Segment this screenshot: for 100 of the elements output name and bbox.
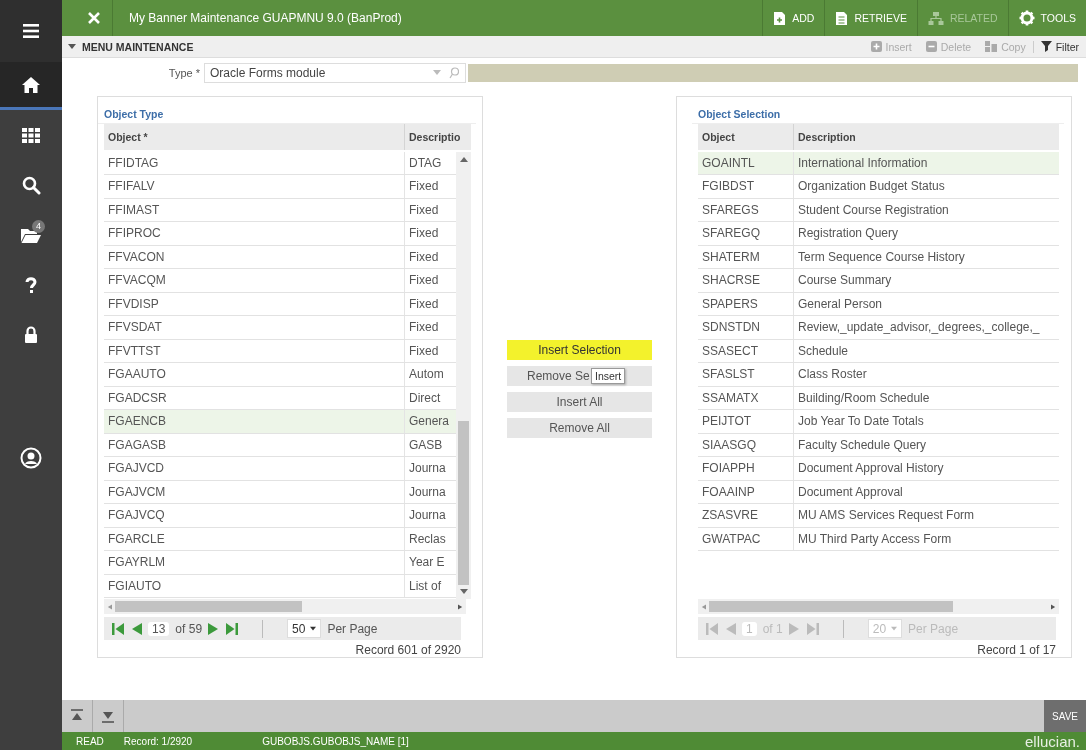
insert-button[interactable]: Insert Selection (507, 340, 652, 360)
table-row[interactable]: GWATPAC MU Third Party Access Form (698, 527, 1059, 552)
table-row[interactable]: ZSASVRE MU AMS Services Request Form (698, 504, 1059, 528)
dropdown-caret-icon (459, 589, 468, 596)
table-cell-text: FFIFALV (107, 178, 156, 196)
table-row[interactable]: FGAYRLM Year E (104, 551, 456, 575)
table-row[interactable]: SFAREGS Student Course Registration (698, 198, 1059, 223)
table-row[interactable]: FFVDISP Fixed (104, 292, 456, 317)
table-row[interactable]: FFIDTAG DTAG (104, 151, 456, 176)
table-row[interactable]: FFVACQM Fixed (104, 269, 456, 293)
table-cell-text: SSAMATX (701, 389, 760, 407)
brand-logo: ellucian. (1024, 732, 1080, 750)
table-cell-text: SFAREGQ (701, 225, 761, 243)
section-title: MENU MAINTENANCE (82, 40, 195, 53)
document-plus-icon (773, 10, 787, 26)
document-icon (835, 10, 849, 26)
dropdown-caret-icon (433, 70, 441, 76)
table-row[interactable]: SFAREGQ Registration Query (698, 222, 1059, 246)
filter-button[interactable]: Filter (1032, 40, 1086, 53)
table-cell-text: FGADCSR (107, 389, 168, 407)
lock-icon (23, 325, 39, 345)
collapse-caret-icon[interactable] (68, 43, 76, 50)
page-number-field[interactable]: 13 (148, 621, 170, 636)
type-dropdown[interactable]: Oracle Forms module (204, 63, 466, 83)
search-icon[interactable] (449, 67, 459, 79)
table-row[interactable]: SSASECT Schedule (698, 339, 1059, 364)
table-cell: Student Course Registration (793, 198, 1059, 222)
table-row[interactable]: SIAASGQ Faculty Schedule Query (698, 433, 1059, 458)
horizontal-scrollbar[interactable] (104, 599, 466, 615)
table-cell-text: FGIAUTO (107, 577, 163, 595)
field-label: Type * (167, 67, 201, 79)
column-header[interactable]: Object (698, 123, 793, 150)
table-row[interactable]: SHACRSE Course Summary (698, 269, 1059, 293)
table-row[interactable]: FGIBDST Organization Budget Status (698, 175, 1059, 199)
table-row[interactable]: FGAJVCM Journa (104, 480, 456, 505)
record-count: Record 1 of 17 (976, 643, 1056, 657)
table-row[interactable]: SHATERM Term Sequence Course History (698, 245, 1059, 270)
table-cell-text: FFVACQM (107, 272, 167, 290)
table-cell-text: SSASECT (701, 342, 759, 360)
table-row[interactable]: FFIMAST Fixed (104, 198, 456, 223)
table-row[interactable]: SPAPERS General Person (698, 292, 1059, 317)
table-row[interactable]: SFASLST Class Roster (698, 363, 1059, 387)
table-row[interactable]: FFVACON Fixed (104, 245, 456, 270)
table-cell-text: SFASLST (701, 366, 756, 384)
sidebar-item[interactable] (0, 62, 62, 110)
table-row[interactable]: FOIAPPH Document Approval History (698, 457, 1059, 481)
record-indicator: Record: 1/2920 (123, 735, 193, 747)
table-row[interactable]: FGAJVCQ Journa (104, 504, 456, 528)
first-page-icon[interactable] (112, 621, 124, 636)
close-icon (87, 11, 101, 25)
table-row[interactable]: FGAAUTO Autom (104, 363, 456, 387)
table-cell-text: FGAJVCD (107, 460, 165, 478)
table-cell-text: SHACRSE (701, 272, 761, 290)
table-row[interactable]: GOAINTL International Information (698, 151, 1059, 176)
column-header[interactable]: Descriptio (404, 123, 471, 150)
table-cell-text: FFIMAST (107, 201, 161, 219)
panel-title: Object Type (98, 108, 476, 124)
table-cell-text: FGAENCB (107, 413, 167, 431)
hierarchy-icon (927, 10, 944, 26)
last-page-icon[interactable] (226, 621, 239, 636)
table-row[interactable]: FGAJVCD Journa (104, 457, 456, 481)
table-row[interactable]: FGIAUTO List of (104, 574, 456, 599)
table-cell-text: FGARCLE (107, 530, 166, 548)
page-size-select[interactable]: 50 (287, 619, 322, 638)
table-cell: Term Sequence Course History (793, 245, 1059, 269)
table-cell-text: SPAPERS (701, 295, 759, 313)
tooltip: Insert (591, 368, 626, 384)
previous-page-icon[interactable] (130, 621, 142, 636)
table-row[interactable]: FFIFALV Fixed (104, 175, 456, 199)
table-cell: International Information (793, 151, 1059, 175)
sidebar-item[interactable] (0, 0, 62, 62)
table-cell-text: FFIDTAG (107, 154, 160, 172)
table-cell: Job Year To Date Totals (793, 410, 1059, 433)
table-cell-text: FGAJVCQ (107, 507, 166, 525)
table-row[interactable]: SSAMATX Building/Room Schedule (698, 386, 1059, 411)
table-row[interactable]: FGAENCB Genera (104, 410, 456, 434)
table-cell: Schedule (793, 339, 1059, 363)
dropdown-caret-icon (310, 625, 317, 632)
table-row[interactable]: FGARCLE Reclas (104, 527, 456, 552)
table-row[interactable]: FFVTTST Fixed (104, 339, 456, 364)
remove-button[interactable]: Remove All (507, 418, 652, 438)
sidebar-item[interactable]: 4 (0, 210, 62, 260)
horizontal-scrollbar[interactable] (698, 599, 1059, 615)
table-row[interactable]: FOAAINP Document Approval (698, 480, 1059, 505)
table-row[interactable]: PEIJTOT Job Year To Date Totals (698, 410, 1059, 434)
vertical-scrollbar[interactable] (456, 151, 471, 600)
count-badge: 4 (32, 220, 45, 233)
table-row[interactable]: SDNSTDN Review,_update_advisor,_degrees,_college,_ (698, 316, 1059, 340)
table-cell-text: FGAYRLM (107, 554, 167, 572)
insert-button[interactable]: Insert All (507, 392, 652, 412)
table-row[interactable]: FFVSDAT Fixed (104, 316, 456, 340)
table-cell-text: SIAASGQ (701, 436, 758, 454)
column-header[interactable]: Object * (104, 123, 404, 150)
table-cell: Course Summary (793, 269, 1059, 292)
save-button[interactable]: SAVE (1044, 700, 1086, 732)
table-row[interactable]: FGAGASB GASB (104, 433, 456, 458)
table-cell-text: GOAINTL (701, 154, 756, 172)
table-row[interactable]: FFIPROC Fixed (104, 222, 456, 246)
remove-button[interactable]: Remove Se Insert (507, 366, 652, 386)
column-header[interactable]: Description (793, 123, 1059, 150)
